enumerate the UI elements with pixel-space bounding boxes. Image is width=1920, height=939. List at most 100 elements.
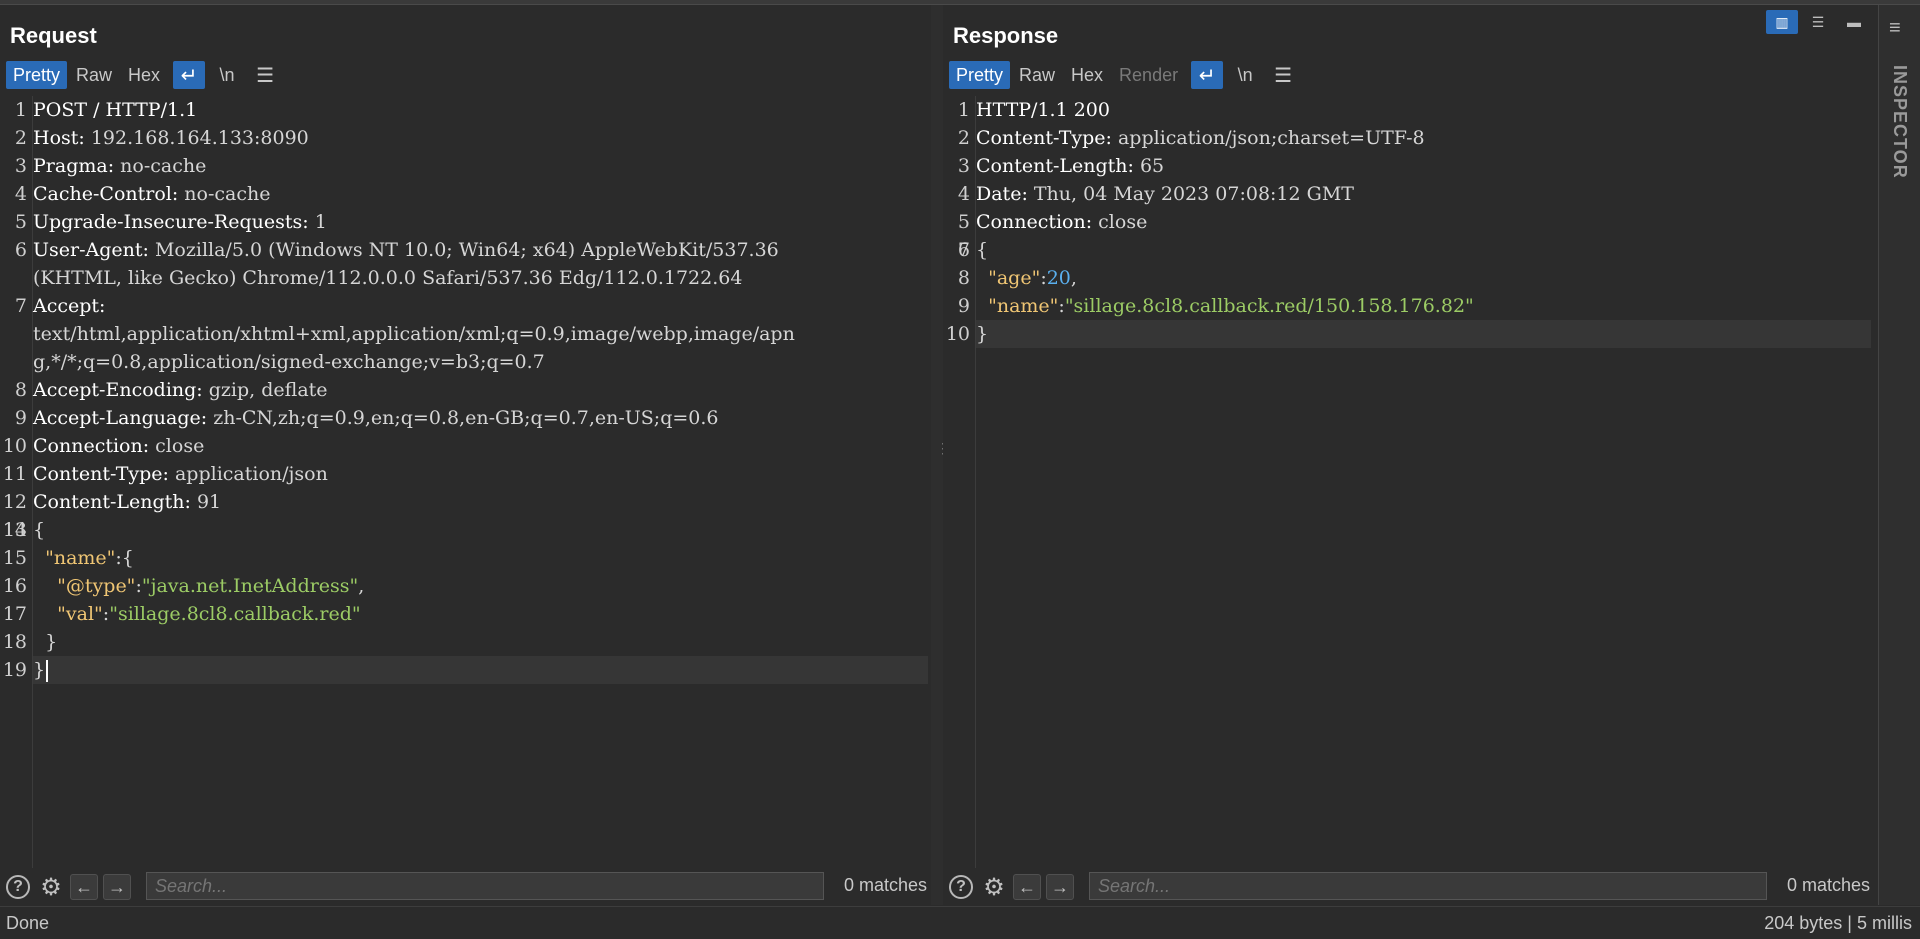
code-line[interactable]: 6 User-Agent: Mozilla/5.0 (Windows NT 10.… [15, 236, 928, 264]
code-token: 1 [308, 211, 327, 233]
tab-raw[interactable]: Raw [69, 61, 119, 89]
code-token: 91 [190, 491, 222, 513]
code-line[interactable]: 14 { [3, 516, 928, 544]
line-number: 1 [14, 99, 27, 121]
tab-hex[interactable]: Hex [121, 61, 167, 89]
code-line[interactable]: 10 Connection: close [3, 432, 928, 460]
code-line[interactable]: 8 "age":20, [958, 264, 1871, 292]
code-token: 192.168.164.133:8090 [84, 127, 309, 149]
code-token: "@type" [57, 575, 136, 597]
request-code[interactable]: 1 POST / HTTP/1.1 2 Host: 192.168.164.133:8… [3, 96, 928, 684]
menu-icon[interactable]: ☰ [249, 61, 281, 89]
tab-pretty[interactable]: Pretty [949, 61, 1011, 89]
code-token: "name" [45, 547, 116, 569]
back-arrow-icon[interactable]: ← [69, 872, 99, 902]
code-line[interactable]: 1 HTTP/1.1 200 [958, 96, 1871, 124]
code-line[interactable]: 2 Host: 192.168.164.133:8090 [15, 124, 928, 152]
side-by-side-layout-icon[interactable]: ▥ [1766, 10, 1798, 34]
settings-gear-icon[interactable]: ⚙ [36, 872, 66, 902]
code-line[interactable]: 5 Upgrade-Insecure-Requests: 1 [15, 208, 928, 236]
word-wrap-icon[interactable]: ↵ [1191, 61, 1224, 89]
inspector-tab[interactable]: INSPECTOR [1889, 65, 1910, 179]
code-token: } [33, 631, 58, 653]
code-line[interactable]: 2 Content-Type: application/json;charset=… [958, 124, 1871, 152]
request-editor[interactable]: 1 POST / HTTP/1.1 2 Host: 192.168.164.133:8… [0, 96, 928, 868]
code-token: Pragma: [33, 155, 115, 177]
show-newlines-toggle[interactable]: \n [1229, 61, 1261, 89]
inspector-menu-icon[interactable]: ≡ [1889, 17, 1901, 40]
settings-gear-icon[interactable]: ⚙ [979, 872, 1009, 902]
code-line[interactable]: 7 Accept: [15, 292, 928, 320]
code-line[interactable]: text/html,application/xhtml+xml,applicat… [33, 320, 928, 348]
code-line[interactable]: 9 Accept-Language: zh-CN,zh;q=0.9,en;q=0.… [15, 404, 928, 432]
code-line[interactable]: g,*/*;q=0.8,application/signed-exchange;… [33, 348, 928, 376]
code-line[interactable]: 5 Connection: close [958, 208, 1871, 236]
code-token: Content-Length: [33, 491, 191, 513]
line-number: 5 [957, 211, 970, 233]
code-line[interactable]: 4 Date: Thu, 04 May 2023 07:08:12 GMT [958, 180, 1871, 208]
code-line[interactable]: (KHTML, like Gecko) Chrome/112.0.0.0 Saf… [33, 264, 928, 292]
code-line[interactable]: 3 Pragma: no-cache [15, 152, 928, 180]
code-token: Content-Type: [33, 463, 169, 485]
line-number: 3 [957, 155, 970, 177]
line-number: 8 [14, 379, 27, 401]
line-number: 7 [14, 295, 27, 317]
code-line[interactable]: 1 POST / HTTP/1.1 [15, 96, 928, 124]
code-token: User-Agent: [33, 239, 149, 261]
response-size-timing: 204 bytes | 5 millis [1764, 913, 1912, 933]
response-search-input[interactable] [1089, 872, 1767, 900]
code-line[interactable]: 9 "name":"sillage.8cl8.callback.red/150.… [958, 292, 1871, 320]
request-toolbar: Pretty Raw Hex ↵ \n ☰ [6, 61, 281, 89]
code-token: application/json [168, 463, 328, 485]
code-token: } [33, 659, 46, 681]
code-line[interactable]: 10} [946, 320, 1871, 348]
single-pane-layout-icon[interactable]: ▬ [1838, 10, 1870, 34]
code-line[interactable]: 7{ [958, 236, 1871, 264]
line-number: 8 [957, 267, 970, 289]
request-search-bar: ? ⚙ ← → 0 matches [0, 870, 931, 904]
show-newlines-toggle[interactable]: \n [211, 61, 243, 89]
code-line[interactable]: 19} [3, 656, 928, 684]
stacked-layout-icon[interactable]: ☰ [1802, 10, 1834, 34]
forward-arrow-icon[interactable]: → [102, 872, 132, 902]
code-token: { [976, 239, 989, 261]
code-token: "sillage.8cl8.callback.red" [109, 603, 361, 625]
tab-hex[interactable]: Hex [1064, 61, 1110, 89]
menu-icon[interactable]: ☰ [1267, 61, 1299, 89]
code-token: Content-Length: [976, 155, 1134, 177]
code-token: Date: [976, 183, 1028, 205]
line-number: 5 [14, 211, 27, 233]
tab-pretty[interactable]: Pretty [6, 61, 68, 89]
help-icon[interactable]: ? [3, 872, 33, 902]
code-token: gzip, deflate [202, 379, 328, 401]
code-line[interactable]: 12 Content-Length: 91 [3, 488, 928, 516]
help-icon[interactable]: ? [946, 872, 976, 902]
code-line[interactable]: 16 "@type":"java.net.InetAddress", [3, 572, 928, 600]
code-line[interactable]: 17 "val":"sillage.8cl8.callback.red" [3, 600, 928, 628]
code-token: text/html,application/xhtml+xml,applicat… [33, 323, 795, 345]
line-number: 9 [957, 295, 970, 317]
response-code[interactable]: 1 HTTP/1.1 200 2 Content-Type: application/… [946, 96, 1871, 348]
layout-toggle-group: ▥ ☰ ▬ [1766, 10, 1870, 34]
code-line[interactable]: 11 Content-Type: application/json [3, 460, 928, 488]
back-arrow-icon[interactable]: ← [1012, 872, 1042, 902]
tab-render[interactable]: Render [1112, 61, 1185, 89]
pane-splitter[interactable]: ⋮ [931, 5, 950, 905]
code-line[interactable]: 8 Accept-Encoding: gzip, deflate [15, 376, 928, 404]
request-search-input[interactable] [146, 872, 824, 900]
response-editor[interactable]: 1 HTTP/1.1 200 2 Content-Type: application/… [943, 96, 1871, 868]
code-line[interactable]: 3 Content-Length: 65 [958, 152, 1871, 180]
line-number: 10 [945, 323, 970, 345]
code-line[interactable]: 4 Cache-Control: no-cache [15, 180, 928, 208]
code-token: "sillage.8cl8.callback.red/150.158.176.8… [1064, 295, 1474, 317]
word-wrap-icon[interactable]: ↵ [173, 61, 206, 89]
forward-arrow-icon[interactable]: → [1045, 872, 1075, 902]
code-line[interactable]: 15 "name":{ [3, 544, 928, 572]
code-token: 65 [1133, 155, 1165, 177]
tab-raw[interactable]: Raw [1012, 61, 1062, 89]
code-line[interactable]: 18 } [3, 628, 928, 656]
